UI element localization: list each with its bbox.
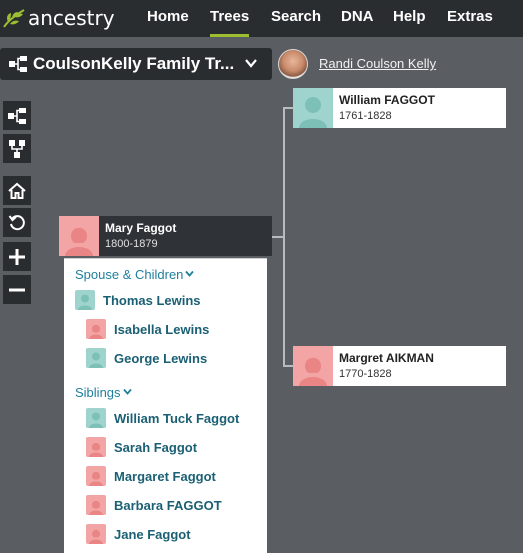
person-card-mother[interactable]: Margret AIKMAN 1770-1828 <box>293 346 506 386</box>
relative-name: Margaret Faggot <box>114 468 216 484</box>
home-button[interactable] <box>3 176 31 205</box>
leaf-icon <box>3 9 25 28</box>
male-silhouette-icon <box>293 88 333 128</box>
person-name: William FAGGOT <box>339 93 435 107</box>
relative-name: Jane Faggot <box>114 526 191 542</box>
home-icon <box>8 182 26 199</box>
relative-name: Barbara FAGGOT <box>114 497 222 513</box>
family-view-button[interactable] <box>3 134 31 163</box>
female-silhouette-icon <box>86 437 106 457</box>
zoom-in-button[interactable] <box>3 242 31 271</box>
male-silhouette-icon <box>86 348 106 368</box>
person-name: Margret AIKMAN <box>339 351 434 365</box>
connector-line <box>283 107 293 109</box>
sibling-link[interactable]: Barbara FAGGOT <box>86 495 222 515</box>
sibling-link[interactable]: William Tuck Faggot <box>86 408 239 428</box>
zoom-out-button[interactable] <box>3 275 31 304</box>
user-profile-link[interactable]: Randi Coulson Kelly <box>319 56 436 71</box>
section-heading: Spouse & Children <box>75 267 184 282</box>
relative-name: George Lewins <box>114 350 208 366</box>
refresh-icon <box>8 214 25 230</box>
child-link[interactable]: George Lewins <box>86 348 207 368</box>
person-card-father[interactable]: William FAGGOT 1761-1828 <box>293 88 506 128</box>
nav-trees[interactable]: Trees <box>210 0 250 37</box>
connector-line <box>283 365 293 367</box>
person-dates: 1800-1879 <box>105 238 158 250</box>
nav-help[interactable]: Help <box>393 0 426 37</box>
spouse-children-toggle[interactable]: Spouse & Children <box>75 267 195 282</box>
female-silhouette-icon <box>86 466 106 486</box>
siblings-toggle[interactable]: Siblings <box>75 385 132 400</box>
male-silhouette-icon <box>75 290 95 310</box>
relative-name: Thomas Lewins <box>103 292 201 308</box>
zoom-out-icon <box>9 288 25 291</box>
logo-wordmark: ancestry <box>28 6 115 30</box>
chevron-down-icon <box>185 270 195 277</box>
person-dates: 1770-1828 <box>339 368 392 380</box>
pedigree-view-button[interactable] <box>3 101 31 130</box>
top-nav: ancestry Home Trees Search DNA Help Extr… <box>0 0 523 37</box>
family-panel: Spouse & Children Thomas Lewins Isabella… <box>64 258 267 553</box>
nav-extras[interactable]: Extras <box>447 0 493 37</box>
male-silhouette-icon <box>86 408 106 428</box>
female-silhouette-icon <box>293 346 333 386</box>
tree-title: CoulsonKelly Family Tr... <box>33 54 235 73</box>
spouse-link[interactable]: Thomas Lewins <box>75 290 201 310</box>
chevron-down-icon <box>122 388 132 395</box>
refresh-button[interactable] <box>3 208 31 237</box>
zoom-in-icon <box>9 248 25 265</box>
nav-search[interactable]: Search <box>271 0 321 37</box>
child-link[interactable]: Isabella Lewins <box>86 319 209 339</box>
person-card-focus[interactable]: Mary Faggot 1800-1879 <box>59 216 272 256</box>
nav-home[interactable]: Home <box>147 0 189 37</box>
person-name: Mary Faggot <box>105 221 177 235</box>
chevron-down-icon <box>245 59 257 68</box>
female-silhouette-icon <box>86 319 106 339</box>
avatar[interactable] <box>278 49 308 79</box>
sibling-link[interactable]: Jane Faggot <box>86 524 191 544</box>
family-view-icon <box>9 139 25 158</box>
section-heading: Siblings <box>75 385 121 400</box>
pedigree-view-icon <box>8 107 26 124</box>
connector-line <box>283 108 285 367</box>
ancestry-logo[interactable]: ancestry <box>2 5 115 31</box>
tree-selector-dropdown[interactable]: CoulsonKelly Family Tr... <box>0 48 272 80</box>
tree-view-icon <box>9 56 27 72</box>
sibling-link[interactable]: Margaret Faggot <box>86 466 216 486</box>
female-silhouette-icon <box>86 524 106 544</box>
female-silhouette-icon <box>59 216 99 256</box>
nav-dna[interactable]: DNA <box>341 0 374 37</box>
female-silhouette-icon <box>86 495 106 515</box>
relative-name: William Tuck Faggot <box>114 410 240 426</box>
person-dates: 1761-1828 <box>339 110 392 122</box>
relative-name: Isabella Lewins <box>114 321 210 337</box>
relative-name: Sarah Faggot <box>114 439 198 455</box>
sibling-link[interactable]: Sarah Faggot <box>86 437 197 457</box>
